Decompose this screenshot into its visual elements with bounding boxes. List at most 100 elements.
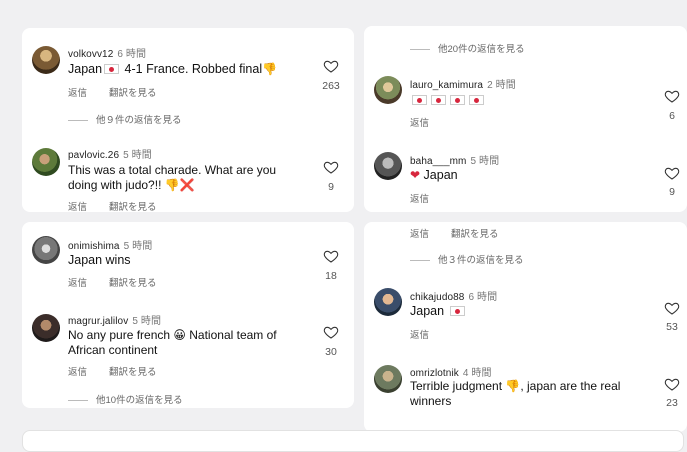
reply-button[interactable]: 返信 — [68, 278, 87, 289]
comment-line-1a: Terrible judgment — [410, 379, 506, 393]
comment-line-2: winners — [410, 394, 452, 408]
comment-text: Japan — [410, 304, 467, 319]
like-count: 9 — [669, 186, 675, 198]
comment-actions: 返信 — [410, 327, 451, 341]
view-more-replies[interactable]: 他９件の返信を見る — [68, 112, 182, 126]
username-text[interactable]: baha___mm — [410, 156, 467, 167]
username-text[interactable]: onimishima — [68, 241, 120, 252]
view-more-replies[interactable]: 他３件の返信を見る — [410, 252, 524, 266]
comment-text: ❤ Japan — [410, 168, 458, 183]
view-more-replies[interactable]: 他20件の返信を見る — [410, 41, 525, 55]
comment-line-2: doing with judo?!! 👎❌ — [68, 178, 308, 193]
reply-button[interactable]: 返信 — [68, 367, 87, 378]
comment-line-1: No any pure french 😀 National team of — [68, 328, 318, 343]
timestamp: 2 時間 — [487, 80, 516, 91]
comment-flags — [410, 93, 486, 108]
comment-line-1: Terrible judgment 👎, japan are the real — [410, 379, 650, 394]
view-more-label[interactable]: 他20件の返信を見る — [438, 44, 525, 55]
avatar[interactable] — [374, 152, 402, 180]
comment-text: This was a total charade. What are you do… — [68, 163, 308, 193]
heart-outline-icon[interactable] — [323, 58, 339, 74]
avatar[interactable] — [374, 76, 402, 104]
view-more-label[interactable]: 他10件の返信を見る — [96, 395, 183, 406]
reply-button[interactable]: 返信 — [410, 118, 429, 129]
username-text[interactable]: magrur.jalilov — [68, 316, 128, 327]
username-text[interactable]: omrizlotnik — [410, 368, 459, 379]
avatar[interactable] — [32, 314, 60, 342]
translate-button[interactable]: 翻訳を見る — [451, 229, 499, 240]
heart-outline-icon[interactable] — [664, 300, 680, 316]
thumbs-down-icon: 👎 — [262, 62, 278, 76]
username[interactable]: pavlovic.26 5 時間 — [68, 146, 152, 161]
like-count: 263 — [322, 80, 340, 92]
avatar[interactable] — [32, 148, 60, 176]
timestamp: 5 時間 — [132, 316, 162, 327]
timestamp: 6 時間 — [468, 292, 498, 303]
avatar[interactable] — [32, 236, 60, 264]
translate-button[interactable]: 翻訳を見る — [109, 88, 157, 99]
heart-outline-icon[interactable] — [323, 324, 339, 340]
red-heart-icon: ❤ — [410, 168, 421, 182]
username-text[interactable]: volkovv12 — [68, 49, 113, 60]
comment-line-1: This was a total charade. What are you — [68, 163, 277, 177]
translate-button[interactable]: 翻訳を見る — [109, 278, 157, 289]
comment-actions: 返信 翻訳を見る — [68, 85, 179, 99]
username[interactable]: onimishima 5 時間 — [68, 237, 152, 252]
comment-line-1b: , japan are the real — [520, 379, 621, 393]
comment-actions: 返信 翻訳を見る — [68, 275, 179, 289]
like-count: 53 — [666, 321, 678, 333]
username[interactable]: volkovv12 6 時間 — [68, 45, 146, 60]
comment-card-right-bottom: 返信 翻訳を見る 他３件の返信を見る chikajudo88 6 時間 Japan … — [364, 222, 687, 432]
comment-line-2-text: doing with judo?!! — [68, 178, 165, 192]
reply-button[interactable]: 返信 — [68, 202, 87, 212]
username[interactable]: chikajudo88 6 時間 — [410, 288, 497, 303]
reply-button[interactable]: 返信 — [68, 88, 87, 99]
comment-text-main: Japan — [410, 304, 448, 318]
username-text[interactable]: lauro_kamimura — [410, 80, 483, 91]
comment-actions: 返信 翻訳を見る — [68, 199, 179, 212]
comment-actions: 返信 — [410, 191, 451, 205]
view-more-label[interactable]: 他３件の返信を見る — [438, 255, 524, 266]
like-count: 23 — [666, 397, 678, 409]
comment-actions: 返信 — [410, 115, 451, 129]
comment-text: Terrible judgment 👎, japan are the real w… — [410, 379, 650, 409]
heart-outline-icon[interactable] — [664, 88, 680, 104]
thumbs-down-icon: 👎 — [164, 178, 180, 192]
avatar[interactable] — [32, 46, 60, 74]
username[interactable]: omrizlotnik 4 時間 — [410, 364, 492, 379]
username-text[interactable]: pavlovic.26 — [68, 150, 119, 161]
heart-outline-icon[interactable] — [323, 159, 339, 175]
avatar[interactable] — [374, 365, 402, 393]
grinning-face-icon: 😀 — [173, 328, 186, 342]
comment-line-1a: No any pure french — [68, 328, 174, 342]
heart-outline-icon[interactable] — [323, 248, 339, 264]
avatar[interactable] — [374, 288, 402, 316]
translate-button[interactable]: 翻訳を見る — [109, 367, 157, 378]
heart-outline-icon[interactable] — [664, 376, 680, 392]
comment-actions: 返信 翻訳を見る — [68, 364, 179, 378]
reply-button[interactable]: 返信 — [410, 194, 429, 205]
comment-text: Japan 4-1 France. Robbed final👎 — [68, 62, 277, 77]
heart-outline-icon[interactable] — [664, 165, 680, 181]
comment-card-left-bottom: onimishima 5 時間 Japan wins 返信 翻訳を見る 18 mag… — [22, 222, 354, 408]
username[interactable]: lauro_kamimura 2 時間 — [410, 76, 516, 91]
username[interactable]: magrur.jalilov 5 時間 — [68, 312, 161, 327]
translate-button[interactable]: 翻訳を見る — [109, 202, 157, 212]
username-text[interactable]: chikajudo88 — [410, 292, 464, 303]
comment-text: No any pure french 😀 National team of Afr… — [68, 328, 318, 358]
cross-mark-icon: ❌ — [179, 178, 195, 192]
divider-line — [68, 119, 88, 121]
view-more-replies[interactable]: 他10件の返信を見る — [68, 392, 183, 406]
like-count: 18 — [325, 270, 337, 282]
thumbs-down-icon: 👎 — [505, 379, 521, 393]
username[interactable]: baha___mm 5 時間 — [410, 152, 499, 167]
comment-text-b: 4-1 France. Robbed final — [121, 62, 263, 76]
reply-button[interactable]: 返信 — [410, 330, 429, 341]
timestamp: 5 時間 — [123, 241, 153, 252]
comment-line-2: African continent — [68, 343, 158, 357]
comment-card-right-top: 他20件の返信を見る lauro_kamimura 2 時間 返信 6 baha_… — [364, 26, 687, 212]
comment-text-main: Japan — [423, 168, 458, 182]
like-count: 6 — [669, 110, 675, 122]
reply-button[interactable]: 返信 — [410, 229, 429, 240]
view-more-label[interactable]: 他９件の返信を見る — [96, 115, 182, 126]
